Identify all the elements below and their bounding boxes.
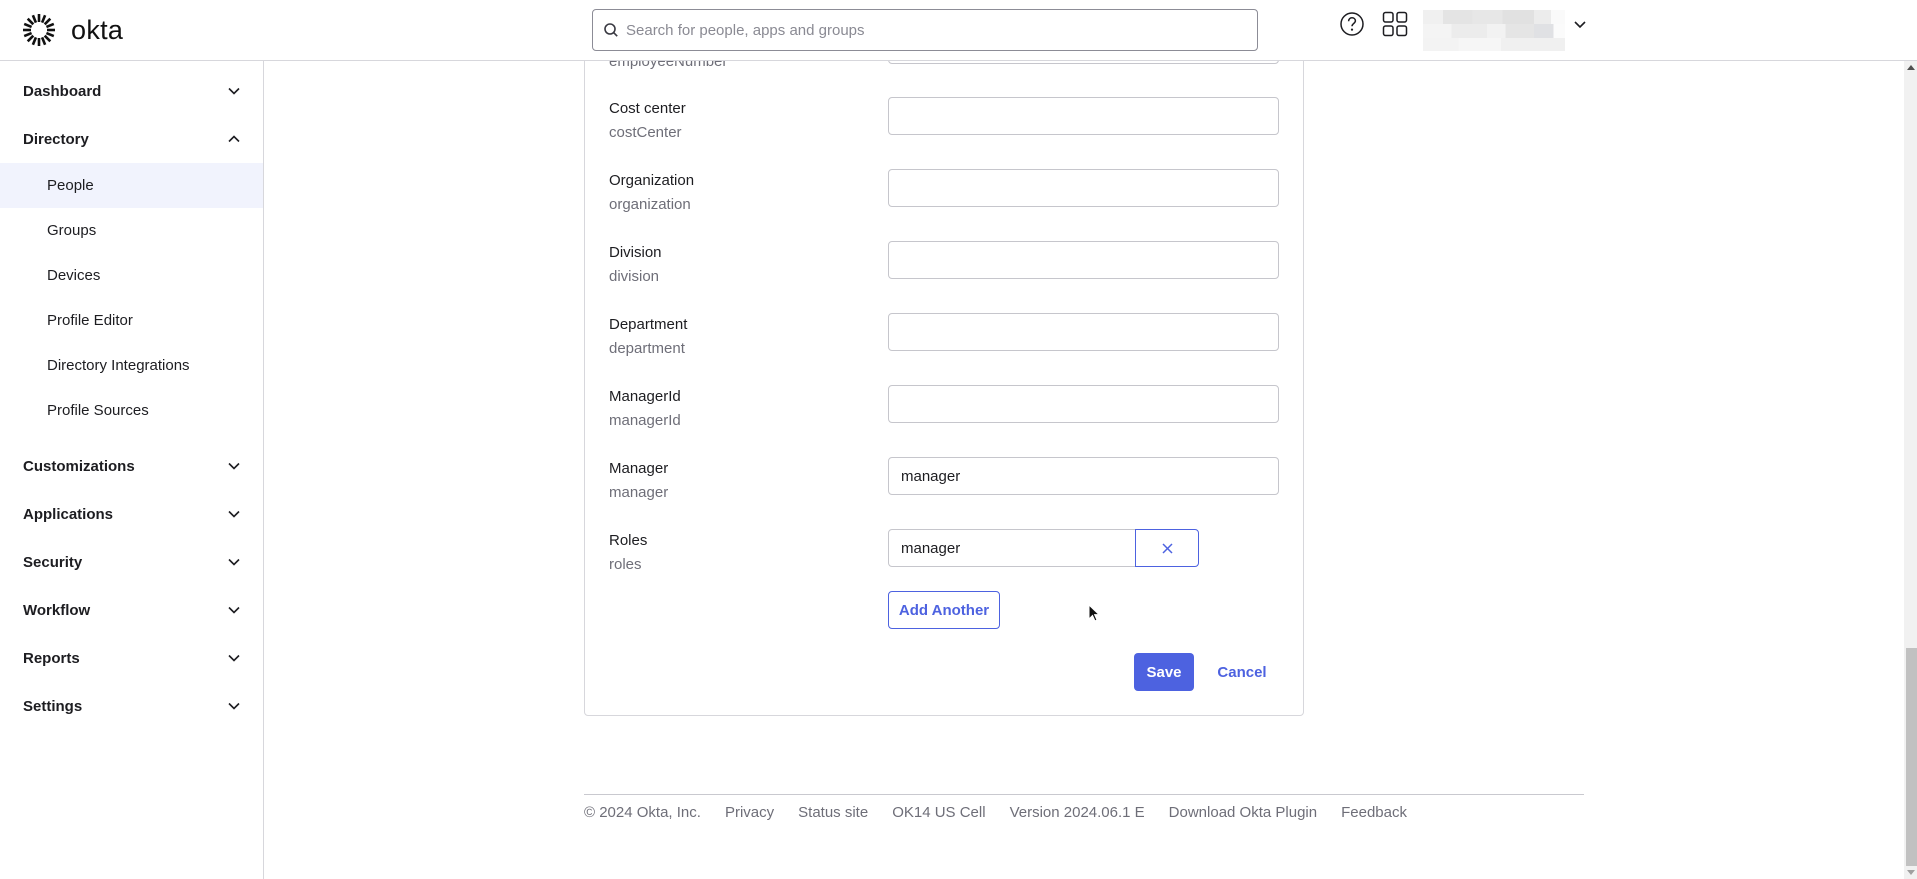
sidebar-section-workflow[interactable]: Workflow bbox=[0, 591, 263, 631]
footer-version: Version 2024.06.1 E bbox=[1009, 804, 1145, 821]
cost-center-input[interactable] bbox=[888, 97, 1279, 135]
top-header: okta bbox=[0, 0, 1917, 61]
field-sublabel-manager-id: managerId bbox=[609, 412, 681, 429]
chevron-down-icon bbox=[228, 654, 240, 662]
field-label-manager: Manager bbox=[609, 460, 669, 477]
field-label-manager-id: ManagerId bbox=[609, 388, 681, 405]
sidebar-section-label: Dashboard bbox=[23, 83, 102, 100]
field-sublabel-roles: roles bbox=[609, 556, 642, 573]
sidebar-section-label: Security bbox=[23, 554, 83, 571]
sidebar-section-directory[interactable]: Directory bbox=[0, 120, 263, 160]
footer-copyright: © 2024 Okta, Inc. bbox=[584, 804, 701, 821]
field-sublabel-division: division bbox=[609, 268, 660, 285]
footer-divider bbox=[584, 794, 1584, 795]
sidebar-section-label: Settings bbox=[23, 698, 83, 715]
sunburst-logo-icon bbox=[23, 14, 55, 46]
manager-input[interactable] bbox=[888, 457, 1279, 495]
footer-link-download-plugin[interactable]: Download Okta Plugin bbox=[1169, 804, 1317, 821]
logo-text: okta bbox=[71, 15, 124, 45]
sidebar-item-label: People bbox=[47, 177, 94, 194]
sidebar-item-label: Directory Integrations bbox=[47, 357, 190, 374]
sidebar-section-label: Reports bbox=[23, 650, 80, 667]
sidebar-section-applications[interactable]: Applications bbox=[0, 495, 263, 535]
chevron-down-icon bbox=[228, 462, 240, 470]
field-label-roles: Roles bbox=[609, 532, 648, 549]
chevron-down-icon bbox=[228, 702, 240, 710]
sidebar-item-label: Profile Editor bbox=[47, 312, 133, 329]
field-sublabel-department: department bbox=[609, 340, 685, 357]
sidebar-item-label: Profile Sources bbox=[47, 402, 149, 419]
page-footer: © 2024 Okta, Inc. Privacy Status site OK… bbox=[584, 804, 1431, 821]
sidebar-nav: Dashboard Directory People Groups Device… bbox=[0, 61, 264, 879]
sidebar-section-security[interactable]: Security bbox=[0, 543, 263, 583]
sidebar-section-customizations[interactable]: Customizations bbox=[0, 447, 263, 487]
scroll-down-arrow-icon[interactable] bbox=[1907, 870, 1915, 875]
save-button[interactable]: Save bbox=[1134, 653, 1194, 691]
chevron-up-icon bbox=[228, 135, 240, 143]
sidebar-item-people[interactable]: People bbox=[0, 163, 263, 208]
chevron-down-icon bbox=[228, 558, 240, 566]
user-menu-name-blurred[interactable] bbox=[1423, 10, 1565, 51]
field-label-division: Division bbox=[609, 244, 662, 261]
remove-role-button[interactable] bbox=[1135, 529, 1199, 567]
sidebar-section-label: Workflow bbox=[23, 602, 91, 619]
sidebar-section-reports[interactable]: Reports bbox=[0, 639, 263, 679]
footer-link-privacy[interactable]: Privacy bbox=[725, 804, 774, 821]
footer-link-status-site[interactable]: Status site bbox=[798, 804, 868, 821]
sidebar-item-profile-editor[interactable]: Profile Editor bbox=[0, 298, 263, 343]
sidebar-section-settings[interactable]: Settings bbox=[0, 687, 263, 727]
okta-logo[interactable]: okta bbox=[22, 13, 123, 47]
sidebar-section-label: Applications bbox=[23, 506, 114, 523]
search-input[interactable] bbox=[626, 21, 1226, 39]
search-icon bbox=[604, 23, 618, 37]
organization-input[interactable] bbox=[888, 169, 1279, 207]
chevron-down-icon bbox=[228, 87, 240, 95]
close-icon bbox=[1161, 542, 1173, 554]
scrollbar-thumb[interactable] bbox=[1906, 648, 1917, 866]
field-label-department: Department bbox=[609, 316, 688, 333]
field-label-organization: Organization bbox=[609, 172, 695, 189]
cancel-button[interactable]: Cancel bbox=[1210, 653, 1274, 691]
manager-id-input[interactable] bbox=[888, 385, 1279, 423]
sidebar-item-groups[interactable]: Groups bbox=[0, 208, 263, 253]
field-sublabel-manager: manager bbox=[609, 484, 669, 501]
global-search[interactable] bbox=[592, 9, 1258, 51]
department-input[interactable] bbox=[888, 313, 1279, 351]
roles-input[interactable] bbox=[888, 529, 1136, 567]
sidebar-section-label: Customizations bbox=[23, 458, 135, 475]
sidebar-item-devices[interactable]: Devices bbox=[0, 253, 263, 298]
sidebar-section-label: Directory bbox=[23, 131, 89, 148]
footer-link-feedback[interactable]: Feedback bbox=[1341, 804, 1407, 821]
footer-cell: OK14 US Cell bbox=[892, 804, 986, 821]
apps-grid-icon[interactable] bbox=[1382, 11, 1408, 37]
add-another-button[interactable]: Add Another bbox=[888, 591, 1000, 629]
field-sublabel-organization: organization bbox=[609, 196, 691, 213]
field-label-cost-center: Cost center bbox=[609, 100, 686, 117]
sidebar-section-dashboard[interactable]: Dashboard bbox=[0, 72, 263, 112]
sidebar-item-label: Devices bbox=[47, 267, 101, 284]
help-icon[interactable] bbox=[1339, 11, 1365, 37]
scroll-up-arrow-icon[interactable] bbox=[1907, 65, 1915, 70]
sidebar-item-label: Groups bbox=[47, 222, 97, 239]
chevron-down-icon bbox=[228, 510, 240, 518]
sidebar-item-directory-integrations[interactable]: Directory Integrations bbox=[0, 343, 263, 388]
page-scrollbar[interactable] bbox=[1904, 61, 1917, 879]
chevron-down-icon bbox=[228, 606, 240, 614]
field-sublabel-cost-center: costCenter bbox=[609, 124, 682, 141]
mouse-pointer-icon bbox=[1088, 604, 1100, 622]
division-input[interactable] bbox=[888, 241, 1279, 279]
sidebar-item-profile-sources[interactable]: Profile Sources bbox=[0, 388, 263, 433]
chevron-down-icon[interactable] bbox=[1573, 19, 1587, 31]
